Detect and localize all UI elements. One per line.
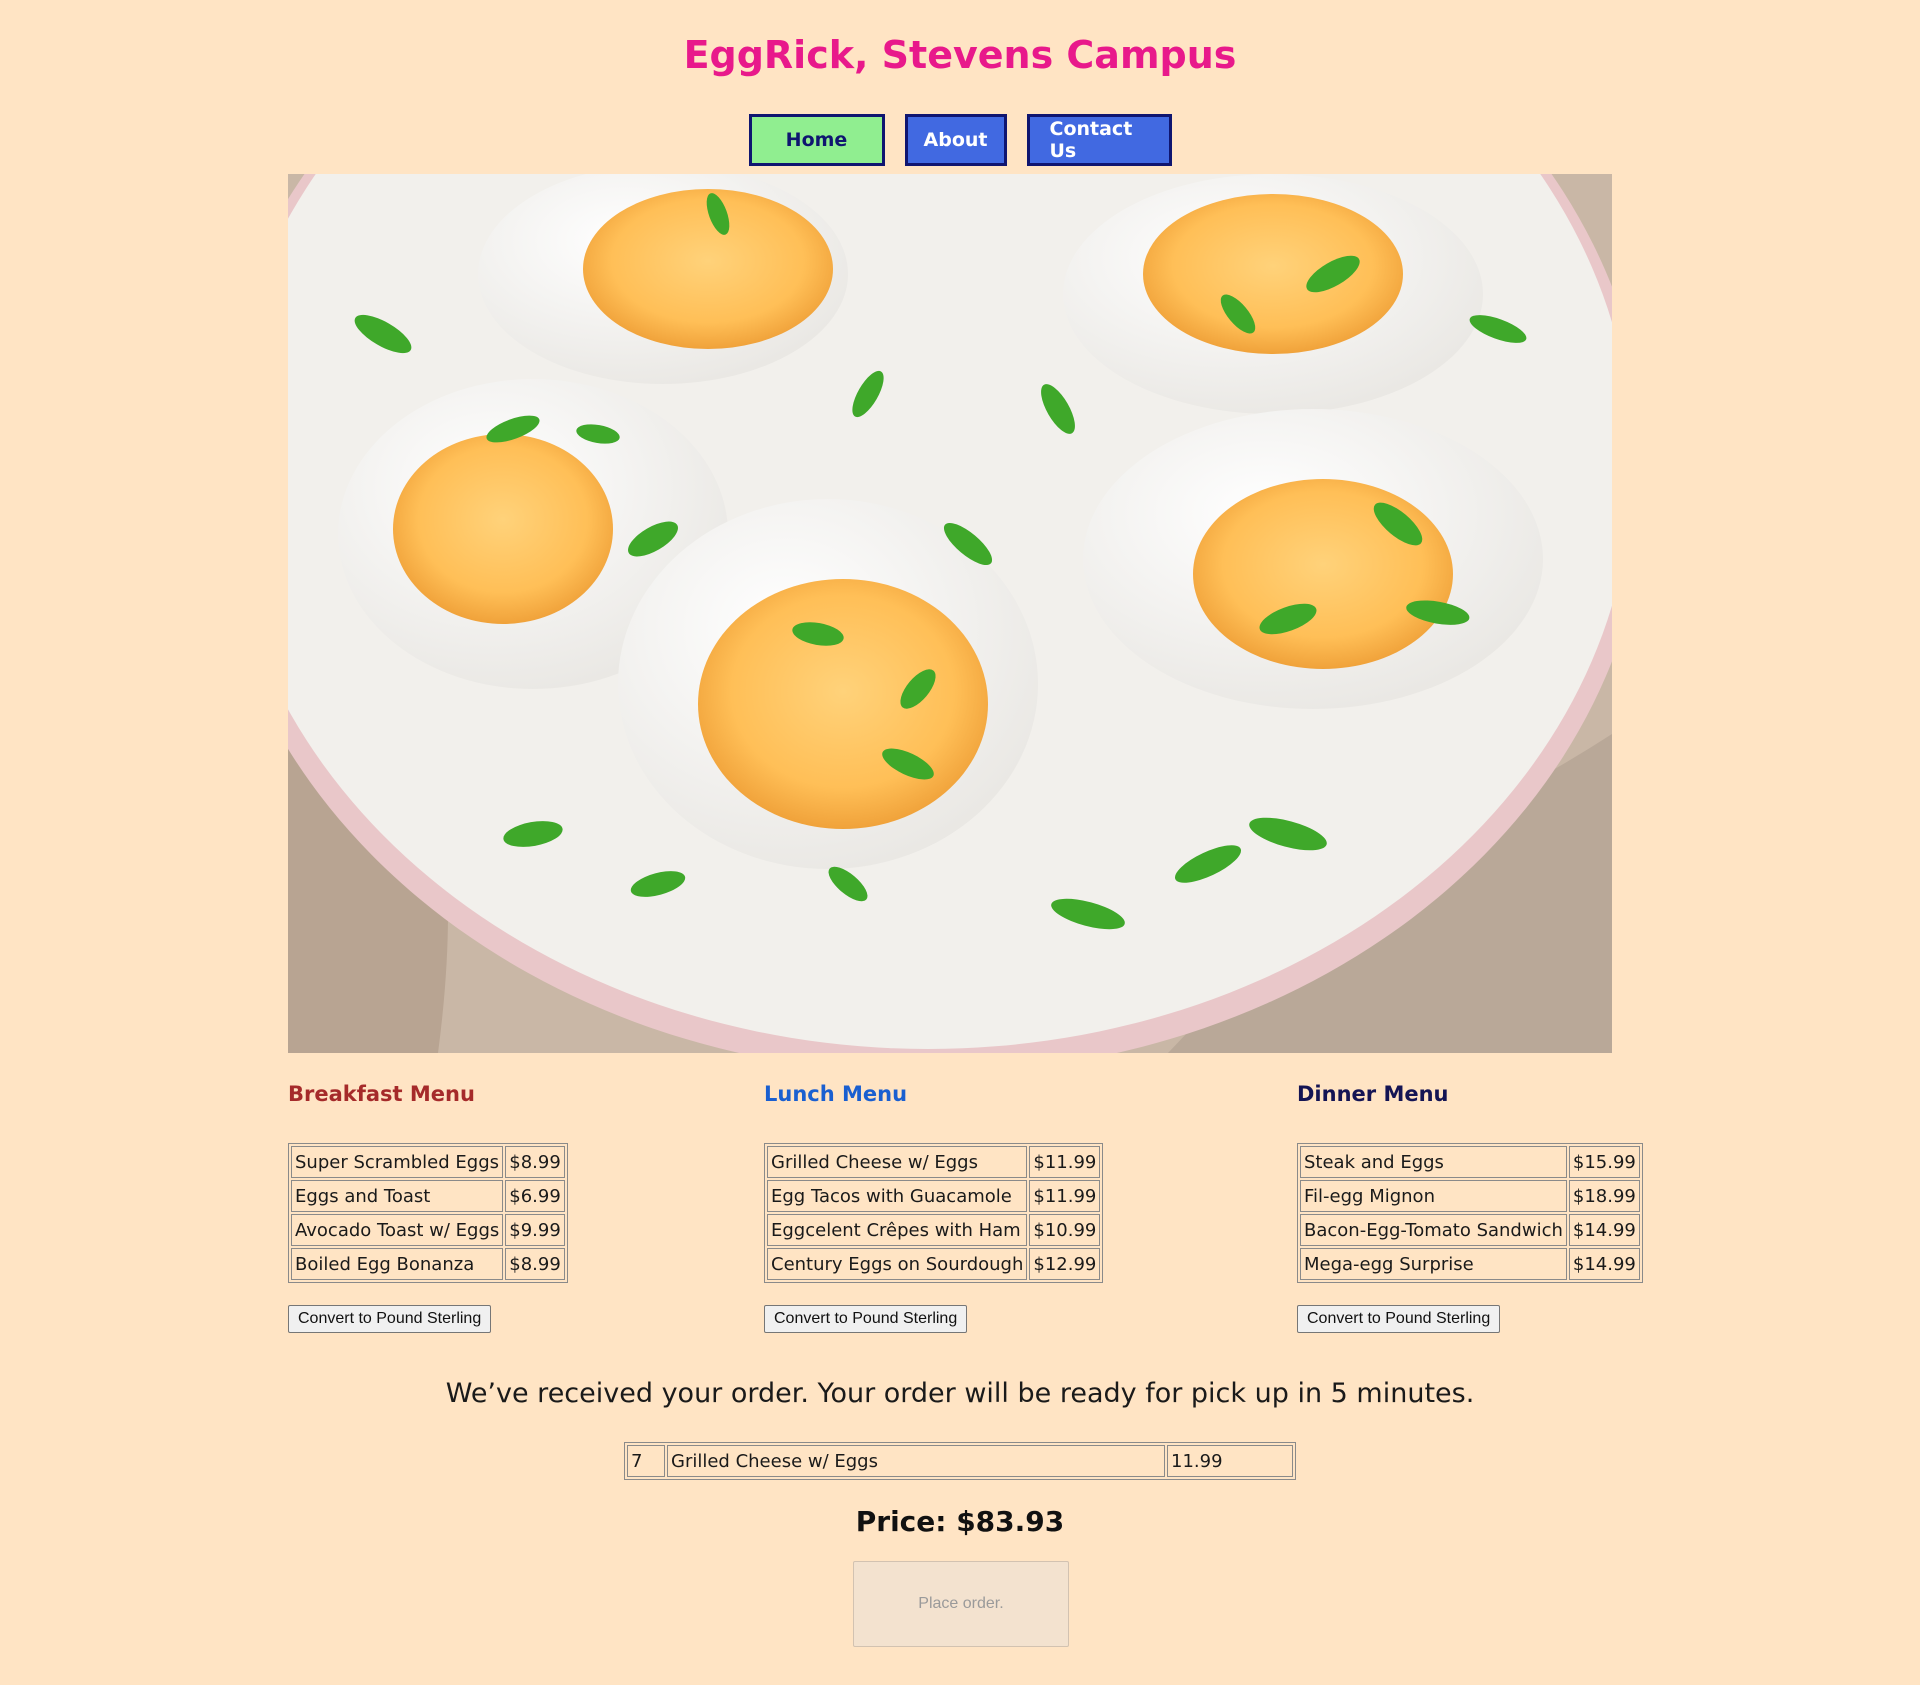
menu-item-price: $6.99 [505, 1180, 565, 1212]
breakfast-menu: Breakfast Menu Super Scrambled Eggs $8.9… [288, 1075, 568, 1333]
menu-item-name: Boiled Egg Bonanza [291, 1248, 504, 1280]
order-table: 7 Grilled Cheese w/ Eggs 11.99 [624, 1442, 1296, 1480]
order-confirmation: We’ve received your order. Your order wi… [445, 1378, 1475, 1409]
menu-item-name: Eggcelent Crêpes with Ham [767, 1214, 1028, 1246]
table-row: Bacon-Egg-Tomato Sandwich $14.99 [1300, 1214, 1640, 1246]
menu-item-price: $11.99 [1029, 1180, 1101, 1212]
table-row: Steak and Eggs $15.99 [1300, 1146, 1640, 1178]
menu-item-name: Grilled Cheese w/ Eggs [767, 1146, 1028, 1178]
table-row: Grilled Cheese w/ Eggs $11.99 [767, 1146, 1101, 1178]
dinner-convert-button[interactable]: Convert to Pound Sterling [1297, 1305, 1501, 1333]
place-order-button[interactable]: Place order. [853, 1561, 1069, 1647]
menu-item-price: $18.99 [1568, 1180, 1640, 1212]
menu-item-price: $8.99 [505, 1146, 565, 1178]
table-row: Mega-egg Surprise $14.99 [1300, 1248, 1640, 1280]
table-row: Egg Tacos with Guacamole $11.99 [767, 1180, 1101, 1212]
dinner-menu: Dinner Menu Steak and Eggs $15.99 Fil-eg… [1297, 1075, 1643, 1333]
lunch-menu-table: Grilled Cheese w/ Eggs $11.99 Egg Tacos … [764, 1143, 1104, 1283]
order-item: Grilled Cheese w/ Eggs [667, 1445, 1165, 1477]
menu-item-price: $12.99 [1029, 1248, 1101, 1280]
table-row: Eggs and Toast $6.99 [291, 1180, 565, 1212]
table-row: Eggcelent Crêpes with Ham $10.99 [767, 1214, 1101, 1246]
table-row: 7 Grilled Cheese w/ Eggs 11.99 [627, 1445, 1293, 1477]
lunch-menu: Lunch Menu Grilled Cheese w/ Eggs $11.99… [764, 1075, 1104, 1333]
menu-item-name: Mega-egg Surprise [1300, 1248, 1567, 1280]
menu-item-name: Egg Tacos with Guacamole [767, 1180, 1028, 1212]
breakfast-menu-table: Super Scrambled Eggs $8.99 Eggs and Toas… [288, 1143, 568, 1283]
order-total-price: Price: $83.93 [855, 1505, 1065, 1538]
menu-item-price: $10.99 [1029, 1214, 1101, 1246]
table-row: Super Scrambled Eggs $8.99 [291, 1146, 565, 1178]
menu-item-name: Century Eggs on Sourdough [767, 1248, 1028, 1280]
nav-contact-button[interactable]: Contact Us [1026, 114, 1172, 166]
main-nav: Home About Contact Us [0, 114, 1920, 166]
menu-item-name: Super Scrambled Eggs [291, 1146, 504, 1178]
nav-about-button[interactable]: About [904, 114, 1007, 166]
menu-item-name: Avocado Toast w/ Eggs [291, 1214, 504, 1246]
nav-home-button[interactable]: Home [748, 114, 885, 166]
order-qty: 7 [627, 1445, 665, 1477]
table-row: Century Eggs on Sourdough $12.99 [767, 1248, 1101, 1280]
order-summary: 7 Grilled Cheese w/ Eggs 11.99 [624, 1442, 1296, 1480]
menu-item-name: Bacon-Egg-Tomato Sandwich [1300, 1214, 1567, 1246]
menu-item-price: $15.99 [1568, 1146, 1640, 1178]
menu-item-name: Steak and Eggs [1300, 1146, 1567, 1178]
page-title: EggRick, Stevens Campus [683, 33, 1237, 77]
breakfast-convert-button[interactable]: Convert to Pound Sterling [288, 1305, 492, 1333]
hero-image [288, 174, 1612, 1053]
menu-item-name: Fil-egg Mignon [1300, 1180, 1567, 1212]
dinner-menu-table: Steak and Eggs $15.99 Fil-egg Mignon $18… [1297, 1143, 1643, 1283]
menu-item-price: $8.99 [505, 1248, 565, 1280]
menu-item-price: $14.99 [1568, 1248, 1640, 1280]
dinner-menu-title: Dinner Menu [1297, 1082, 1449, 1106]
table-row: Avocado Toast w/ Eggs $9.99 [291, 1214, 565, 1246]
lunch-menu-title: Lunch Menu [764, 1082, 908, 1106]
menu-item-price: $14.99 [1568, 1214, 1640, 1246]
breakfast-menu-title: Breakfast Menu [288, 1082, 475, 1106]
table-row: Fil-egg Mignon $18.99 [1300, 1180, 1640, 1212]
order-price: 11.99 [1167, 1445, 1293, 1477]
lunch-convert-button[interactable]: Convert to Pound Sterling [764, 1305, 968, 1333]
menu-item-price: $11.99 [1029, 1146, 1101, 1178]
menu-item-name: Eggs and Toast [291, 1180, 504, 1212]
table-row: Boiled Egg Bonanza $8.99 [291, 1248, 565, 1280]
menu-item-price: $9.99 [505, 1214, 565, 1246]
